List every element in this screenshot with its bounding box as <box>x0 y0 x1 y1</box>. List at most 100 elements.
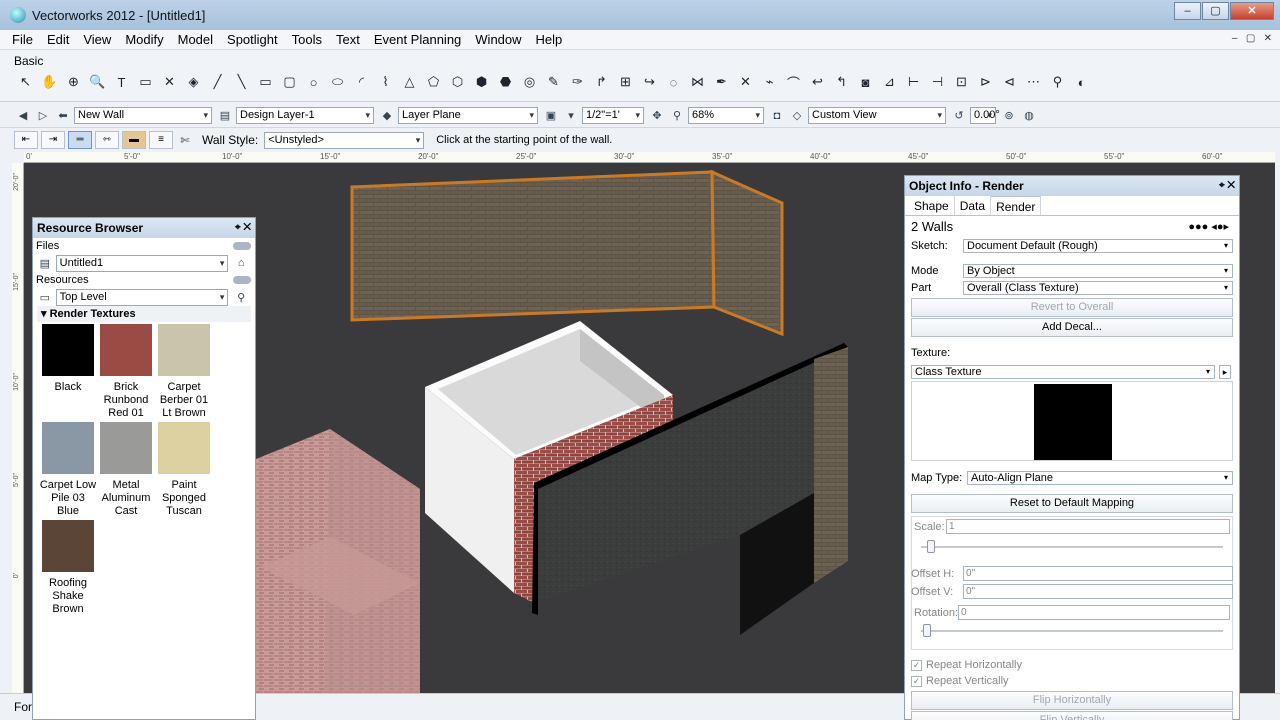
texture-item[interactable]: Carpet Berber 01 Lt Brown <box>155 324 213 420</box>
basic-tool-6-icon[interactable]: ✕ <box>158 72 181 92</box>
file-dropdown[interactable]: Untitled1 <box>55 254 229 272</box>
tab-data[interactable]: Data <box>955 196 992 215</box>
texture-item[interactable]: Black <box>39 324 97 420</box>
doc-close-button[interactable]: ✕ <box>1264 33 1272 44</box>
add-decal-button[interactable]: Add Decal... <box>911 318 1233 337</box>
resources-toggle[interactable] <box>233 276 251 284</box>
wall-center-mode-button[interactable]: ⇥ <box>41 131 65 149</box>
revert-to-overall-button[interactable]: Revert to Overall <box>911 298 1233 317</box>
texture-dropdown[interactable]: Class Texture <box>911 365 1215 379</box>
basic-tool-20-icon[interactable]: ⬣ <box>494 72 517 92</box>
folder-dropdown[interactable]: Top Level <box>55 288 229 306</box>
basic-tool-23-icon[interactable]: ✑ <box>566 72 589 92</box>
mode-dropdown[interactable]: By Object <box>963 264 1233 278</box>
scale-field[interactable]: 1 <box>946 519 1230 534</box>
basic-tool-36-icon[interactable]: ⊿ <box>878 72 901 92</box>
repeat-h-checkbox[interactable]: ✓ <box>911 659 922 671</box>
files-toggle[interactable] <box>233 242 251 250</box>
close-button[interactable]: ✕ <box>1230 2 1274 20</box>
plane-dropdown[interactable]: Layer Plane <box>398 107 538 124</box>
basic-tool-7-icon[interactable]: ◈ <box>182 72 205 92</box>
menu-file[interactable]: File <box>12 32 33 47</box>
offset-h-field[interactable]: 0" <box>963 566 1233 581</box>
rotate-icon[interactable]: ↺ <box>950 107 968 124</box>
flip-horizontally-button[interactable]: Flip Horizontally <box>911 691 1233 710</box>
basic-tool-1-icon[interactable]: ✋ <box>38 72 61 92</box>
repeat-v-checkbox[interactable]: ✓ <box>911 675 922 687</box>
layer-dropdown[interactable]: Design Layer-1 <box>236 107 374 124</box>
wall-right-mode-button[interactable]: ⇿ <box>95 131 119 149</box>
object-info-controls[interactable]: ⌖ ✕ <box>1219 176 1235 196</box>
resource-browser-controls[interactable]: ⌖ ✕ <box>235 218 251 238</box>
maptype-dropdown[interactable]: Auto-Align Plane <box>967 471 1233 485</box>
scale-slider[interactable] <box>921 540 1223 553</box>
basic-tool-32-icon[interactable]: ⌒ <box>782 72 805 92</box>
back-icon[interactable]: ◀ <box>14 107 32 124</box>
search-icon[interactable]: ⚲ <box>232 289 250 306</box>
menu-text[interactable]: Text <box>336 32 360 47</box>
pan-icon[interactable]: ✥ <box>648 107 666 124</box>
basic-tool-22-icon[interactable]: ✎ <box>542 72 565 92</box>
basic-tool-44-icon[interactable]: ◐ <box>1070 72 1093 92</box>
offset-v-field[interactable]: 0" <box>963 584 1233 599</box>
texture-item[interactable]: Brick Runbond Red 01 <box>97 324 155 420</box>
basic-tool-18-icon[interactable]: ⬡ <box>446 72 469 92</box>
basic-tool-15-icon[interactable]: ⌇ <box>374 72 397 92</box>
forward-icon[interactable]: ▷ <box>34 107 52 124</box>
wall-preferences-button[interactable]: ≡ <box>149 131 173 149</box>
basic-tool-24-icon[interactable]: ↱ <box>590 72 613 92</box>
basic-tool-10-icon[interactable]: ▭ <box>254 72 277 92</box>
texture-item[interactable]: Roofing Shake Brown <box>39 520 97 616</box>
basic-tool-38-icon[interactable]: ⊣ <box>926 72 949 92</box>
texture-menu-icon[interactable]: ▸ <box>1219 365 1231 379</box>
menu-spotlight[interactable]: Spotlight <box>227 32 278 47</box>
menu-edit[interactable]: Edit <box>47 32 69 47</box>
rotation-field[interactable]: 0 <box>958 605 1230 620</box>
basic-tool-9-icon[interactable]: ╲ <box>230 72 253 92</box>
view-dropdown[interactable]: Custom View <box>808 107 946 124</box>
basic-tool-42-icon[interactable]: ⋯ <box>1022 72 1045 92</box>
page-icon[interactable]: ▣ <box>542 107 560 124</box>
reset-mapping-button[interactable]: Reset to Default Mapping <box>911 494 1233 513</box>
angle-field[interactable]: 0.00° <box>970 107 1000 124</box>
menu-window[interactable]: Window <box>475 32 521 47</box>
basic-tool-4-icon[interactable]: T <box>110 72 133 92</box>
basic-tool-19-icon[interactable]: ⬢ <box>470 72 493 92</box>
render-mode-icon[interactable]: ◘ <box>768 107 786 124</box>
menu-help[interactable]: Help <box>536 32 563 47</box>
basic-tool-3-icon[interactable]: 🔍 <box>86 72 109 92</box>
basic-tool-34-icon[interactable]: ↰ <box>830 72 853 92</box>
basic-tool-33-icon[interactable]: ↩ <box>806 72 829 92</box>
basic-tool-12-icon[interactable]: ○ <box>302 72 325 92</box>
basic-tool-27-icon[interactable]: ◌ <box>662 72 685 92</box>
basic-tool-28-icon[interactable]: ⋈ <box>686 72 709 92</box>
basic-tool-43-icon[interactable]: ⚲ <box>1046 72 1069 92</box>
basic-tool-31-icon[interactable]: ⌁ <box>758 72 781 92</box>
basic-tool-29-icon[interactable]: ✒ <box>710 72 733 92</box>
tab-render[interactable]: Render <box>991 196 1042 215</box>
basic-tool-30-icon[interactable]: ✕ <box>734 72 757 92</box>
menu-event-planning[interactable]: Event Planning <box>374 32 461 47</box>
basic-tool-14-icon[interactable]: ◜ <box>350 72 373 92</box>
part-dropdown[interactable]: Overall (Class Texture) <box>963 281 1233 295</box>
flip-vertically-button[interactable]: Flip Vertically <box>911 711 1233 720</box>
menu-view[interactable]: View <box>83 32 111 47</box>
wall-style-dropdown[interactable]: <Unstyled> <box>264 131 425 149</box>
menu-modify[interactable]: Modify <box>125 32 163 47</box>
maximize-button[interactable]: ▢ <box>1202 2 1229 20</box>
basic-tool-17-icon[interactable]: ⬠ <box>422 72 445 92</box>
basic-tool-16-icon[interactable]: △ <box>398 72 421 92</box>
selection-nav-icon[interactable]: ●●● ◂●▸ <box>1188 220 1229 233</box>
scale-slider-knob[interactable] <box>927 540 935 553</box>
zoom-icon[interactable]: ⚲ <box>668 107 686 124</box>
wall-tool-icon[interactable]: ✄ <box>176 132 194 149</box>
basic-tool-5-icon[interactable]: ▭ <box>134 72 157 92</box>
basic-tool-37-icon[interactable]: ⊢ <box>902 72 925 92</box>
minimize-button[interactable]: ‒ <box>1174 2 1201 20</box>
texture-item[interactable]: Paint Sponged Tuscan <box>155 422 213 518</box>
class-dropdown[interactable]: New Wall <box>74 107 212 124</box>
wall-center-active-button[interactable]: ═ <box>68 131 92 149</box>
page-dropdown-icon[interactable]: ▾ <box>562 107 580 124</box>
home-icon[interactable]: ⌂ <box>232 255 250 272</box>
doc-minimize-button[interactable]: ‒ <box>1232 33 1238 44</box>
